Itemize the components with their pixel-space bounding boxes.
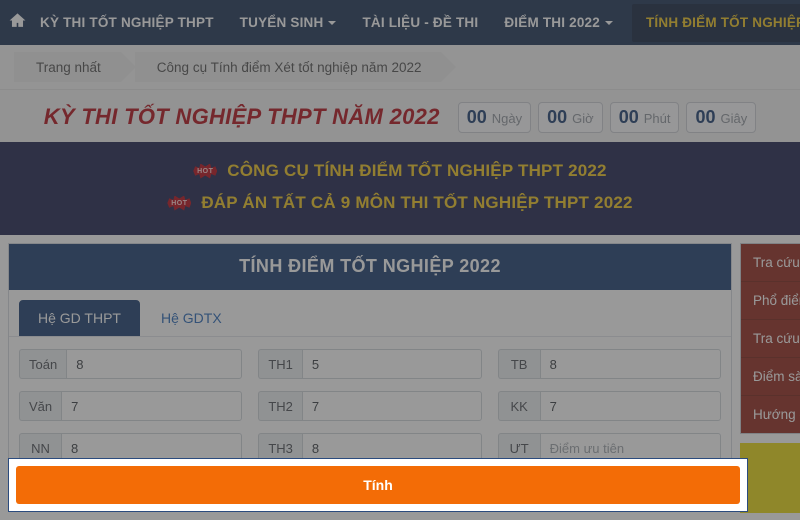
- field-th1: TH1: [258, 349, 482, 379]
- input-tb[interactable]: [539, 349, 721, 379]
- countdown-unit-days: 00 Ngày: [457, 101, 532, 133]
- nav-label: ĐIỂM THI 2022: [504, 15, 600, 30]
- field-label-toan: Toán: [19, 349, 67, 379]
- field-label-kk: KK: [497, 391, 540, 421]
- field-kk: KK: [497, 391, 721, 421]
- sidebar-item-huong-dan-dang-ky[interactable]: Hướng dẫn đăng ký: [741, 396, 800, 433]
- submit-bar: Tính: [8, 458, 748, 512]
- right-sidebar: Tra cứu điểm thi Phổ điểm thi Tra cứu đi…: [740, 243, 800, 513]
- panel-title: TÍNH ĐIỂM TỐT NGHIỆP 2022: [9, 244, 731, 290]
- countdown-unit-seconds: 00 Giây: [686, 101, 757, 133]
- input-th1[interactable]: [301, 349, 482, 379]
- countdown-value: 00: [695, 106, 716, 127]
- sidebar-promo-block[interactable]: [740, 443, 800, 513]
- input-van[interactable]: [61, 391, 243, 421]
- nav-label: TUYỂN SINH: [239, 15, 324, 30]
- field-label-van: Văn: [19, 391, 62, 421]
- countdown-unit-minutes: 00 Phút: [609, 101, 680, 133]
- calculate-button[interactable]: Tính: [16, 466, 740, 504]
- field-label-th1: TH1: [258, 349, 302, 379]
- countdown-value: 00: [618, 106, 639, 127]
- countdown-label: Giây: [720, 110, 748, 126]
- top-navbar: KỲ THI TỐT NGHIỆP THPT TUYỂN SINH TÀI LI…: [0, 0, 800, 45]
- hot-badge-icon: HOT: [167, 195, 192, 211]
- sidebar-item-pho-diem-thi[interactable]: Phổ điểm thi: [741, 282, 800, 320]
- promo-banner: HOT CÔNG CỤ TÍNH ĐIỂM TỐT NGHIỆP THPT 20…: [0, 142, 800, 235]
- home-icon: [8, 11, 27, 35]
- nav-label: KỲ THI TỐT NGHIỆP THPT: [40, 15, 214, 30]
- breadcrumb-label: Công cụ Tính điểm Xét tốt nghiệp năm 202…: [156, 59, 422, 75]
- breadcrumb-item-home[interactable]: Trang nhất: [14, 52, 136, 82]
- countdown-label: Ngày: [491, 110, 523, 126]
- tab-he-gdtx[interactable]: Hệ GDTX: [142, 300, 241, 336]
- nav-label: TÍNH ĐIỂM TỐT NGHIỆP: [645, 14, 800, 30]
- tab-he-gd-thpt[interactable]: Hệ GD THPT: [19, 300, 140, 336]
- banner-label: CÔNG CỤ TÍNH ĐIỂM TỐT NGHIỆP THPT 2022: [227, 161, 607, 180]
- countdown-title: KỲ THI TỐT NGHIỆP THPT NĂM 2022: [43, 104, 440, 129]
- input-toan[interactable]: [66, 349, 243, 379]
- hot-badge-icon: HOT: [193, 163, 218, 179]
- form-row-1: Toán TH1 TB: [19, 349, 721, 379]
- banner-label: ĐÁP ÁN TẤT CẢ 9 MÔN THI TỐT NGHIỆP THPT …: [201, 193, 633, 212]
- nav-item-tai-lieu[interactable]: TÀI LIỆU - ĐỀ THI: [349, 0, 491, 45]
- banner-link-cong-cu[interactable]: HOT CÔNG CỤ TÍNH ĐIỂM TỐT NGHIỆP THPT 20…: [0, 155, 800, 187]
- sidebar-item-tra-cuu-diem-chuan[interactable]: Tra cứu điểm chuẩn: [741, 320, 800, 358]
- field-tb: TB: [497, 349, 721, 379]
- countdown-boxes: 00 Ngày 00 Giờ 00 Phút 00 Giây: [457, 101, 757, 133]
- page-root: KỲ THI TỐT NGHIỆP THPT TUYỂN SINH TÀI LI…: [0, 0, 800, 520]
- field-label-th2: TH2: [258, 391, 302, 421]
- input-kk[interactable]: [539, 391, 721, 421]
- breadcrumb: Trang nhất Công cụ Tính điểm Xét tốt ngh…: [0, 45, 800, 90]
- tab-label: Hệ GD THPT: [38, 310, 121, 326]
- chevron-down-icon: [604, 21, 613, 26]
- countdown-band: KỲ THI TỐT NGHIỆP THPT NĂM 2022 00 Ngày …: [0, 90, 800, 142]
- field-label-tb: TB: [497, 349, 540, 379]
- tab-bar: Hệ GD THPT Hệ GDTX: [9, 290, 731, 337]
- sidebar-item-diem-san-dai-hoc[interactable]: Điểm sàn đại học: [741, 358, 800, 396]
- sidebar-item-tra-cuu-diem-thi[interactable]: Tra cứu điểm thi: [741, 244, 800, 282]
- form-row-2: Văn TH2 KK: [19, 391, 721, 421]
- countdown-unit-hours: 00 Giờ: [538, 101, 603, 133]
- input-th2[interactable]: [301, 391, 482, 421]
- countdown-value: 00: [466, 106, 487, 127]
- field-van: Văn: [19, 391, 243, 421]
- score-calculator-panel: TÍNH ĐIỂM TỐT NGHIỆP 2022 Hệ GD THPT Hệ …: [8, 243, 732, 486]
- tab-label: Hệ GDTX: [160, 310, 222, 326]
- chevron-down-icon: [328, 21, 337, 26]
- countdown-label: Phút: [643, 110, 671, 126]
- nav-item-ky-thi[interactable]: KỲ THI TỐT NGHIỆP THPT: [27, 0, 227, 45]
- nav-item-tuyen-sinh[interactable]: TUYỂN SINH: [227, 0, 350, 45]
- countdown-label: Giờ: [572, 110, 594, 126]
- countdown-value: 00: [547, 106, 568, 127]
- home-link[interactable]: [8, 0, 27, 45]
- banner-link-dap-an[interactable]: HOT ĐÁP ÁN TẤT CẢ 9 MÔN THI TỐT NGHIỆP T…: [0, 187, 800, 219]
- field-th2: TH2: [258, 391, 482, 421]
- breadcrumb-label: Trang nhất: [36, 59, 101, 75]
- nav-item-tinh-diem[interactable]: TÍNH ĐIỂM TỐT NGHIỆP: [631, 3, 800, 42]
- field-toan: Toán: [19, 349, 243, 379]
- nav-label: TÀI LIỆU - ĐỀ THI: [362, 15, 479, 30]
- breadcrumb-item-current[interactable]: Công cụ Tính điểm Xét tốt nghiệp năm 202…: [134, 52, 457, 82]
- nav-item-diem-thi[interactable]: ĐIỂM THI 2022: [491, 0, 626, 45]
- sidebar-link-list: Tra cứu điểm thi Phổ điểm thi Tra cứu đi…: [740, 243, 800, 434]
